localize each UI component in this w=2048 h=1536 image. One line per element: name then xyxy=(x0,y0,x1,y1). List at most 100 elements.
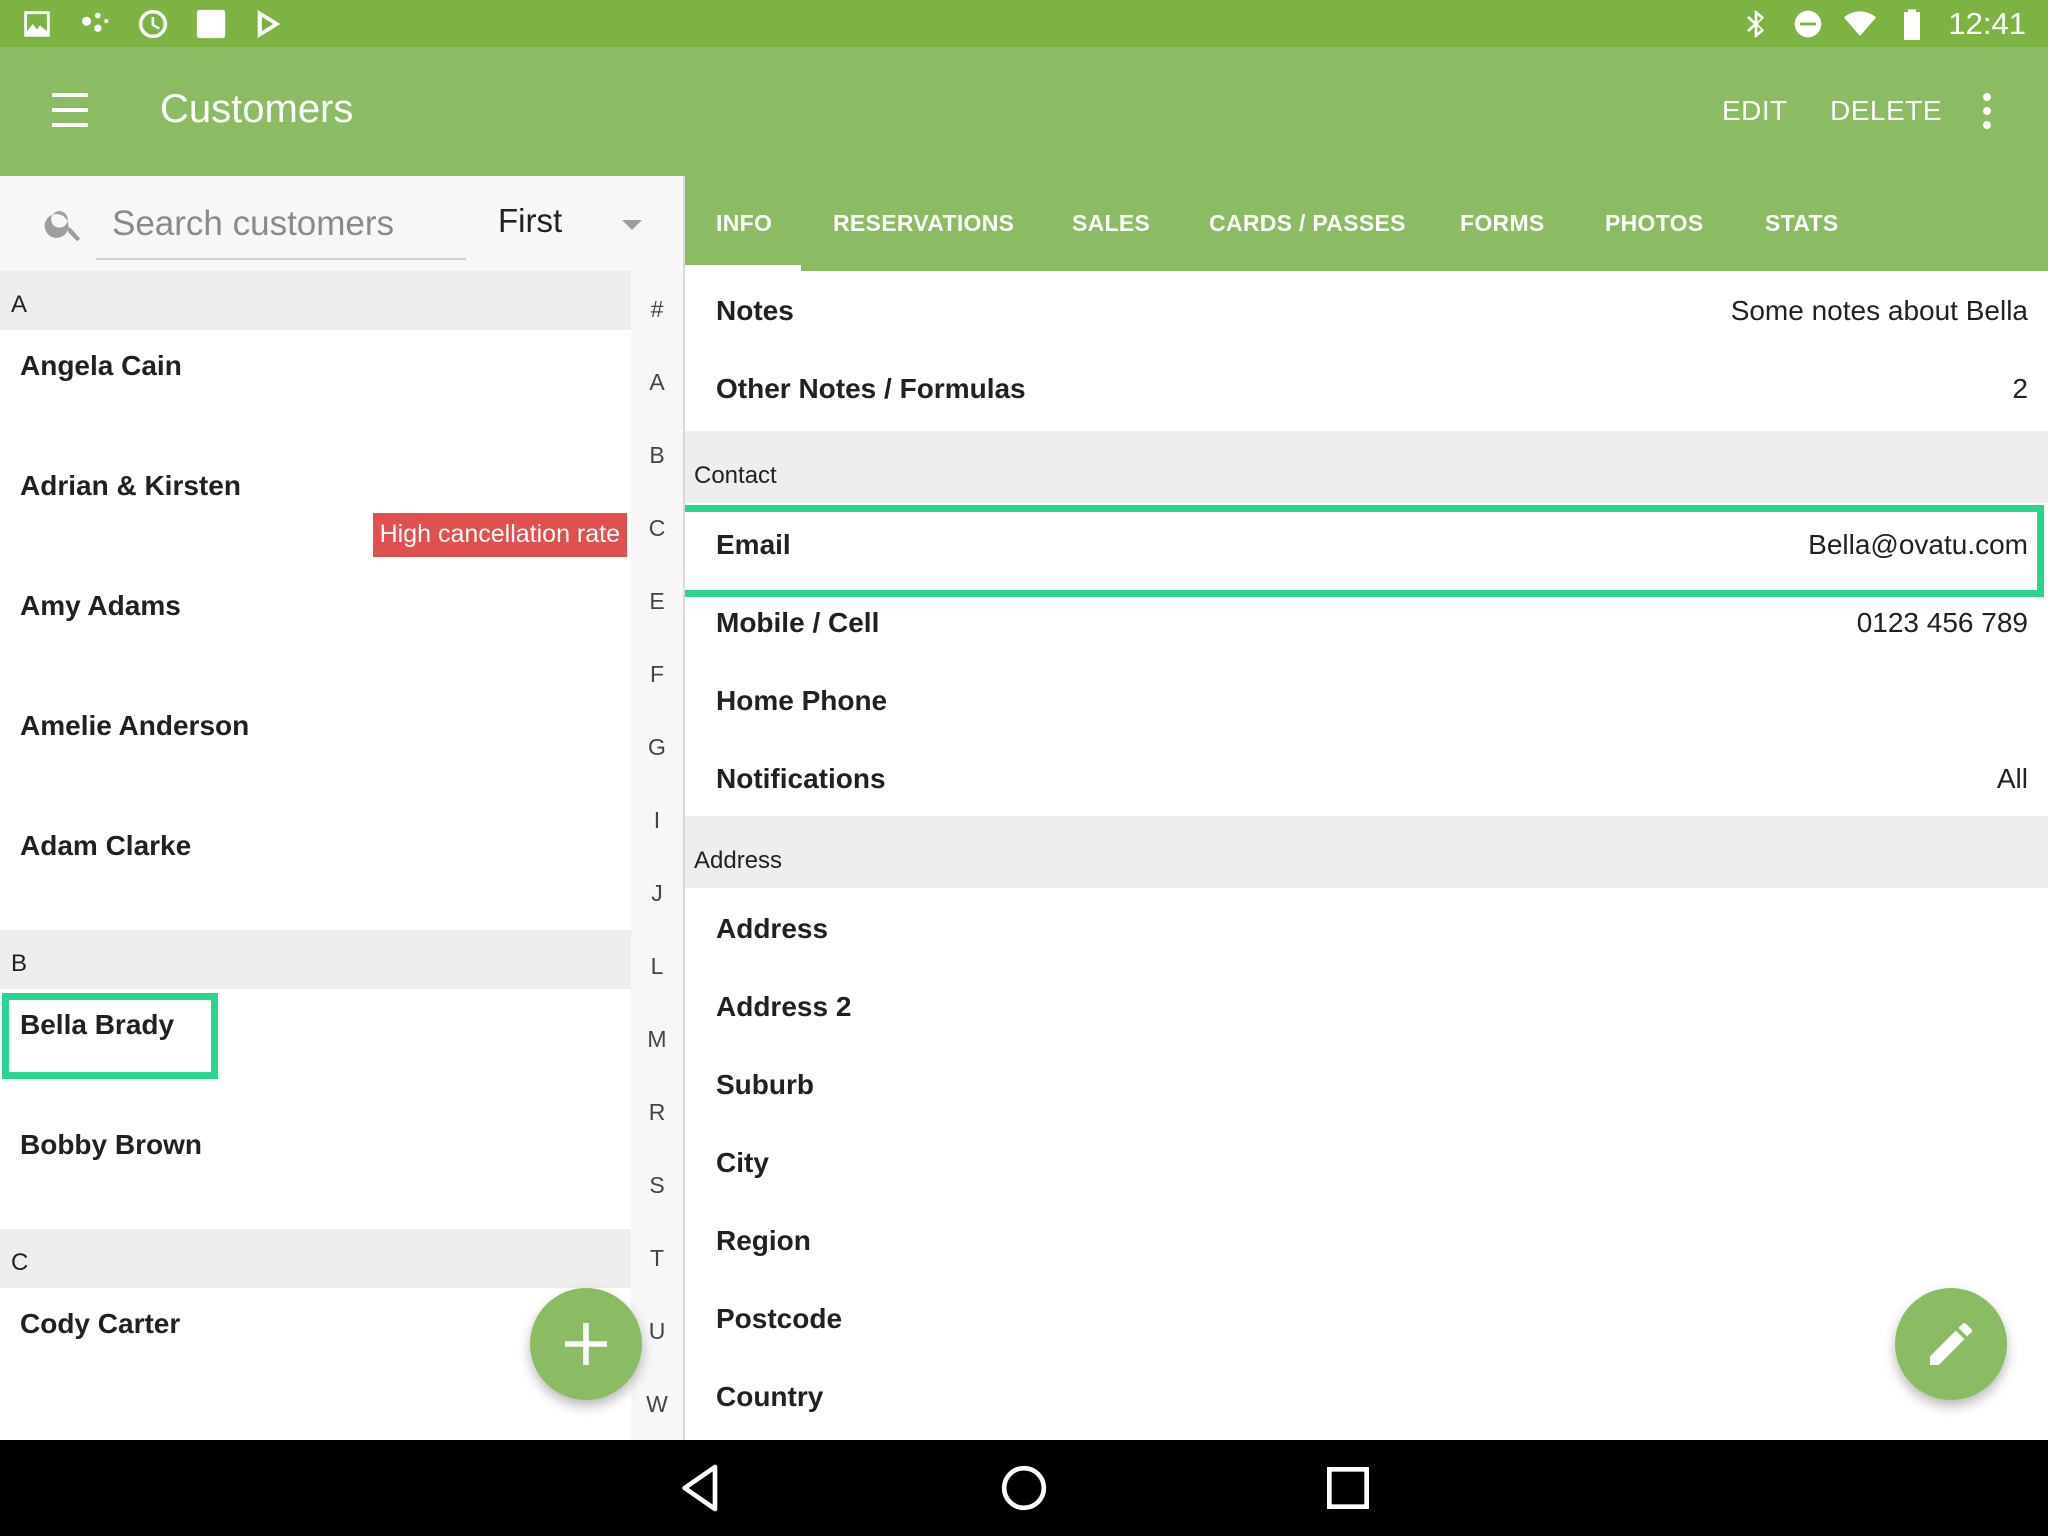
tab-photos[interactable]: PHOTOS xyxy=(1605,210,1704,237)
delete-button[interactable]: DELETE xyxy=(1830,95,1942,127)
index-letter[interactable]: B xyxy=(631,442,683,469)
system-icons: 12:41 xyxy=(1740,6,2026,42)
highlight-box xyxy=(685,505,2044,597)
alphabet-index[interactable]: # A B C E F G I J L M R S T U W xyxy=(631,271,683,1440)
customer-list: A Angela Cain Adrian & Kirsten High canc… xyxy=(0,271,631,1440)
index-letter[interactable]: M xyxy=(631,1026,683,1053)
assistant-icon xyxy=(81,12,109,32)
sort-selected-value: First xyxy=(498,202,563,239)
highlight-box xyxy=(2,993,218,1079)
detail-row-home-phone[interactable]: Home Phone xyxy=(685,661,2048,739)
pencil-icon xyxy=(1930,1323,1972,1365)
detail-label: Country xyxy=(716,1381,824,1412)
customer-row-selected[interactable]: Bella Brady xyxy=(0,989,631,1109)
detail-label: Address xyxy=(716,913,829,944)
detail-label: Postcode xyxy=(716,1303,843,1334)
recent-apps-icon[interactable] xyxy=(1320,1460,1376,1516)
detail-row-address2[interactable]: Address 2 xyxy=(685,967,2048,1045)
tab-reservations[interactable]: RESERVATIONS xyxy=(833,210,1014,237)
detail-row-city[interactable]: City xyxy=(685,1123,2048,1201)
detail-label: Home Phone xyxy=(716,685,888,716)
detail-value: 0123 456 789 xyxy=(1856,607,2028,638)
index-letter[interactable]: R xyxy=(631,1099,683,1126)
more-options-icon[interactable] xyxy=(1972,91,2002,131)
detail-label: Notes xyxy=(716,295,794,326)
tab-stats[interactable]: STATS xyxy=(1765,210,1838,237)
index-letter[interactable]: W xyxy=(631,1391,683,1418)
search-input[interactable] xyxy=(96,190,466,260)
plus-icon xyxy=(565,1323,607,1365)
detail-value: Some notes about Bella xyxy=(1730,295,2028,326)
detail-label: Region xyxy=(716,1225,811,1256)
index-letter[interactable]: F xyxy=(631,661,683,688)
detail-label: Suburb xyxy=(716,1069,814,1100)
play-store-icon xyxy=(257,9,281,39)
alarm-clock-icon xyxy=(138,9,168,39)
page-title: Customers xyxy=(160,87,354,131)
customer-row[interactable]: Angela Cain xyxy=(0,330,631,450)
section-header-b: B xyxy=(0,930,631,989)
index-letter[interactable]: L xyxy=(631,953,683,980)
customer-row[interactable]: Adam Clarke xyxy=(0,810,631,930)
customer-row[interactable]: Bobby Brown xyxy=(0,1109,631,1229)
customer-row[interactable]: Amelie Anderson xyxy=(0,690,631,810)
index-letter[interactable]: I xyxy=(631,807,683,834)
image-icon xyxy=(24,11,50,37)
index-letter[interactable]: G xyxy=(631,734,683,761)
home-icon[interactable] xyxy=(996,1460,1052,1516)
index-letter[interactable]: E xyxy=(631,588,683,615)
status-bar: 12:41 xyxy=(0,0,2048,47)
index-letter[interactable]: S xyxy=(631,1172,683,1199)
detail-row-region[interactable]: Region xyxy=(685,1201,2048,1279)
section-header-address: Address xyxy=(685,816,2048,888)
detail-label: City xyxy=(716,1147,769,1178)
detail-row-address[interactable]: Address xyxy=(685,889,2048,967)
tab-cards-passes[interactable]: CARDS / PASSES xyxy=(1209,210,1406,237)
back-icon[interactable] xyxy=(673,1460,729,1516)
index-letter[interactable]: A xyxy=(631,369,683,396)
customer-name: Adam Clarke xyxy=(20,830,192,861)
tab-sales[interactable]: SALES xyxy=(1072,210,1150,237)
section-header-a: A xyxy=(0,271,631,330)
hamburger-menu-icon[interactable] xyxy=(40,85,100,135)
customer-name: Angela Cain xyxy=(20,350,182,381)
section-label: Address xyxy=(694,847,783,874)
section-header-contact: Contact xyxy=(685,431,2048,503)
do-not-disturb-icon xyxy=(1795,10,1822,38)
edit-button[interactable]: EDIT xyxy=(1722,95,1788,127)
wifi-icon xyxy=(1844,11,1877,37)
sort-dropdown[interactable]: First xyxy=(490,200,650,250)
battery-icon xyxy=(1904,9,1921,40)
detail-value: 2 xyxy=(2012,373,2028,404)
detail-tabs: INFO RESERVATIONS SALES CARDS / PASSES F… xyxy=(685,176,2048,271)
tab-forms[interactable]: FORMS xyxy=(1460,210,1545,237)
section-header-c: C xyxy=(0,1229,631,1288)
detail-label: Mobile / Cell xyxy=(716,607,880,638)
detail-row-notifications[interactable]: Notifications All xyxy=(685,739,2048,817)
detail-row-country[interactable]: Country xyxy=(685,1357,2048,1435)
edit-customer-button[interactable] xyxy=(1895,1288,2007,1400)
system-navigation-bar xyxy=(0,1440,2048,1536)
index-letter[interactable]: J xyxy=(631,880,683,907)
detail-row-suburb[interactable]: Suburb xyxy=(685,1045,2048,1123)
detail-label: Notifications xyxy=(716,763,886,794)
detail-row-other-notes[interactable]: Other Notes / Formulas 2 xyxy=(685,349,2048,427)
customer-row[interactable]: Amy Adams xyxy=(0,570,631,690)
app-bar: Customers EDIT DELETE xyxy=(0,47,2048,176)
customer-row[interactable]: Adrian & Kirsten High cancellation rate xyxy=(0,450,631,570)
tab-info[interactable]: INFO xyxy=(716,210,772,237)
index-letter[interactable]: # xyxy=(631,296,683,323)
dropdown-arrow-icon xyxy=(622,220,642,230)
search-panel: First xyxy=(0,176,683,271)
search-icon xyxy=(44,211,81,242)
customer-details: Notes Some notes about Bella Other Notes… xyxy=(685,271,2048,1440)
index-letter[interactable]: C xyxy=(631,515,683,542)
warning-badge: High cancellation rate xyxy=(372,513,627,557)
index-letter[interactable]: T xyxy=(631,1245,683,1272)
detail-row-notes[interactable]: Notes Some notes about Bella xyxy=(685,271,2048,349)
detail-row-postcode[interactable]: Postcode xyxy=(685,1279,2048,1357)
add-customer-button[interactable] xyxy=(530,1288,642,1400)
bluetooth-icon xyxy=(1747,10,1765,38)
customer-name: Amy Adams xyxy=(20,590,181,621)
customer-name: Adrian & Kirsten xyxy=(20,470,241,501)
